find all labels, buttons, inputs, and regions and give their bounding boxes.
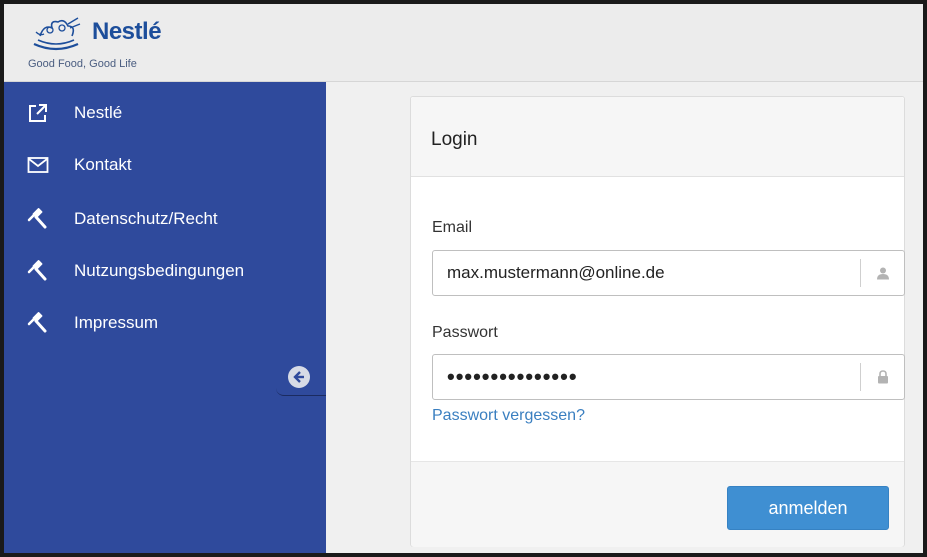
sidebar-item-label: Nestlé bbox=[74, 103, 123, 122]
email-label: Email bbox=[432, 219, 473, 236]
arrow-circle-left-icon[interactable] bbox=[288, 366, 310, 388]
sidebar-item-kontakt[interactable]: Kontakt bbox=[24, 150, 132, 180]
email-input[interactable] bbox=[433, 251, 859, 295]
sidebar-item-nutzungsbedingungen[interactable]: Nutzungsbedingungen bbox=[24, 256, 244, 286]
gavel-icon bbox=[24, 207, 52, 231]
brand-wordmark: Nestlé bbox=[92, 18, 162, 45]
sidebar-item-impressum[interactable]: Impressum bbox=[24, 308, 158, 338]
password-label: Passwort bbox=[432, 324, 498, 341]
sidebar-item-label: Datenschutz/Recht bbox=[74, 209, 218, 228]
envelope-icon bbox=[24, 153, 52, 177]
login-submit-button[interactable]: anmelden bbox=[727, 486, 889, 530]
login-title: Login bbox=[431, 129, 478, 150]
external-link-icon bbox=[24, 101, 52, 125]
bird-nest-icon bbox=[33, 17, 81, 51]
sidebar-item-nestle[interactable]: Nestlé bbox=[24, 98, 122, 128]
nestle-logo[interactable]: Nestlé Good Food, Good Life bbox=[22, 12, 192, 74]
forgot-password-link[interactable]: Passwort vergessen? bbox=[432, 407, 585, 425]
sidebar-collapse-toggle[interactable] bbox=[276, 356, 326, 396]
brand-tagline: Good Food, Good Life bbox=[28, 58, 137, 70]
login-card-footer: anmelden bbox=[411, 461, 904, 547]
login-card: Login Email Passwort Passwort vergesse bbox=[410, 96, 905, 547]
sidebar-item-label: Impressum bbox=[74, 313, 159, 332]
browser-viewport: Nestlé Good Food, Good Life Nestlé Konta… bbox=[4, 4, 923, 553]
gavel-icon bbox=[24, 259, 52, 283]
login-card-header: Login bbox=[411, 97, 904, 177]
password-input[interactable] bbox=[433, 355, 859, 399]
sidebar-item-label: Nutzungsbedingungen bbox=[74, 261, 245, 280]
sidebar: Nestlé Kontakt Datenschutz/Recht Nutzung… bbox=[4, 82, 326, 553]
gavel-icon bbox=[24, 311, 52, 335]
email-field-group bbox=[432, 250, 905, 296]
top-header: Nestlé Good Food, Good Life bbox=[4, 4, 923, 82]
user-icon bbox=[860, 259, 904, 287]
sidebar-item-datenschutz[interactable]: Datenschutz/Recht bbox=[24, 204, 218, 234]
sidebar-item-label: Kontakt bbox=[74, 155, 132, 174]
password-field-group bbox=[432, 354, 905, 400]
lock-icon bbox=[860, 363, 904, 391]
